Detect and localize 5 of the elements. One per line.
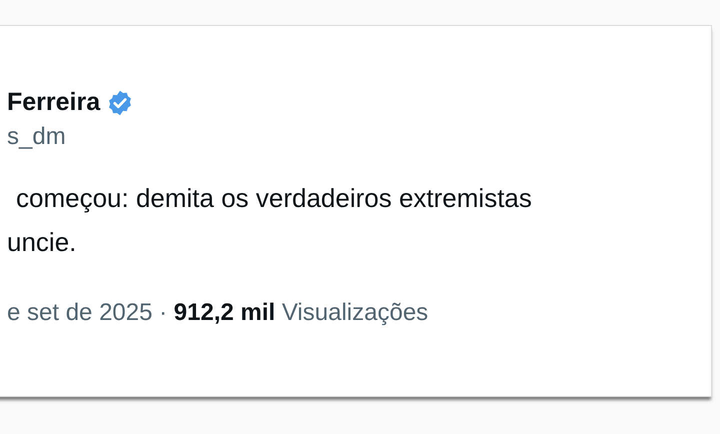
tweet-metadata: e set de 2025 · 912,2 mil Visualizações xyxy=(7,299,428,327)
author-name[interactable]: Ferreira xyxy=(7,88,100,117)
tweet-text-line: começou: demita os verdadeiros extremistas xyxy=(16,182,532,215)
tweet-text-line: uncie. xyxy=(7,226,76,259)
author-handle[interactable]: s_dm xyxy=(7,123,66,151)
